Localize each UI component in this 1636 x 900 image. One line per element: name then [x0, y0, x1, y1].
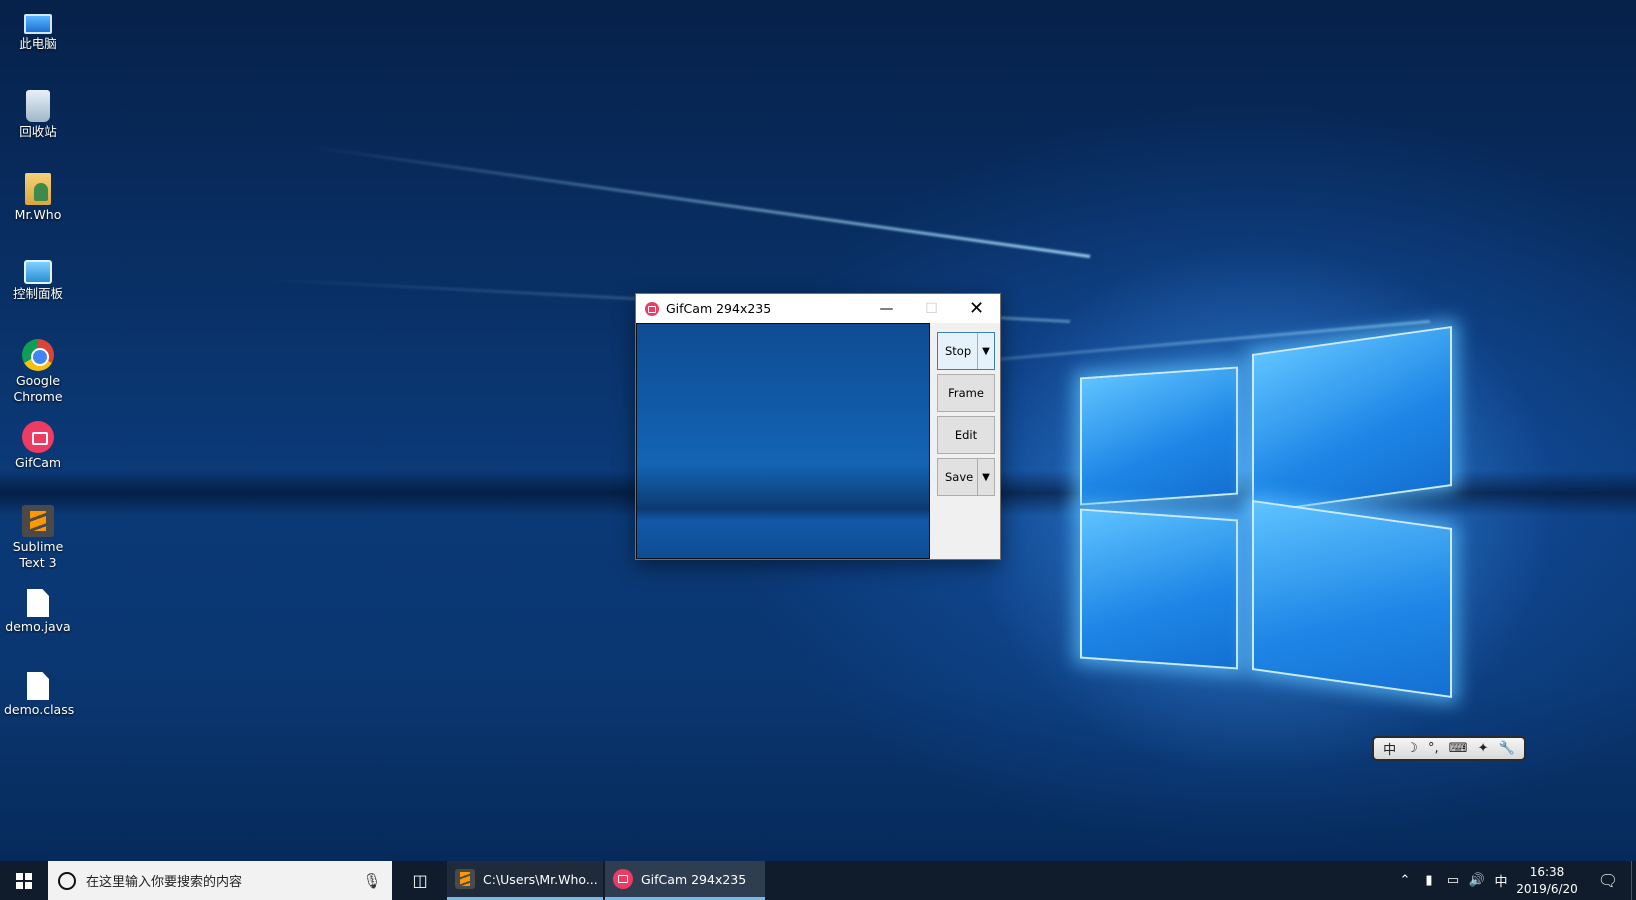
- desktop-icon-label: Mr.Who: [14, 207, 62, 222]
- desktop-icon-label: 控制面板: [12, 286, 63, 301]
- desktop-icon-label: 此电脑: [19, 36, 57, 51]
- taskbar: 在这里输入你要搜索的内容 🎙 ◫ C:\Users\Mr.Who... GifC…: [0, 861, 1636, 900]
- task-view-icon: ◫: [412, 871, 428, 890]
- wallpaper-beam: [307, 145, 1091, 258]
- desktop-icon-label: demo.java: [5, 619, 71, 634]
- stop-button-label: Stop: [945, 344, 972, 358]
- save-button[interactable]: Save ▼: [937, 458, 995, 496]
- ime-chinese-mode[interactable]: 中: [1383, 739, 1396, 758]
- control-panel-icon: [24, 260, 52, 284]
- edit-button-label: Edit: [954, 428, 978, 442]
- desktop-icon-user-folder[interactable]: Mr.Who: [4, 173, 72, 223]
- gifcam-app-icon: [645, 301, 659, 316]
- wrench-icon[interactable]: 🔧: [1499, 741, 1515, 756]
- edit-button[interactable]: Edit: [937, 416, 995, 454]
- wallpaper-pane: [1080, 366, 1238, 506]
- user-folder-icon: [25, 173, 51, 205]
- gifcam-icon: [613, 869, 633, 889]
- file-icon: [27, 589, 49, 617]
- task-view-button[interactable]: ◫: [400, 861, 440, 900]
- half-width-moon-icon[interactable]: ☽: [1406, 741, 1418, 756]
- capture-area: [636, 323, 930, 559]
- keyboard-icon[interactable]: ⌨: [1449, 741, 1468, 756]
- taskbar-search-box[interactable]: 在这里输入你要搜索的内容 🎙: [48, 861, 392, 900]
- desktop-icon-label: Sublime Text 3: [12, 539, 64, 570]
- desktop-icon-sublime-text[interactable]: Sublime Text 3: [4, 505, 72, 571]
- desktop-icon-recycle-bin[interactable]: 回收站: [4, 90, 72, 140]
- desktop-icon-gifcam[interactable]: GifCam: [4, 421, 72, 471]
- action-center-button[interactable]: 🗨: [1588, 861, 1628, 900]
- search-placeholder: 在这里输入你要搜索的内容: [86, 875, 243, 890]
- minimize-icon: —: [879, 300, 894, 317]
- chevron-up-icon[interactable]: ⌃: [1393, 873, 1417, 888]
- minimize-button[interactable]: —: [864, 294, 909, 323]
- microphone-icon[interactable]: 🎙: [360, 872, 384, 890]
- show-desktop-button[interactable]: [1631, 861, 1636, 900]
- gifcam-icon: [22, 421, 54, 453]
- taskbar-item-gifcam[interactable]: GifCam 294x235: [605, 861, 765, 900]
- desktop-icon-demo-class[interactable]: demo.class: [4, 672, 75, 718]
- ime-toolbar[interactable]: 中 ☽ °, ⌨ ✦ 🔧: [1372, 736, 1526, 761]
- gifcam-window[interactable]: GifCam 294x235 — ☐ ✕ Stop ▼ Frame Edit S…: [635, 293, 1001, 560]
- power-icon[interactable]: ▮: [1417, 873, 1441, 888]
- clock-time: 16:38: [1529, 865, 1565, 879]
- desktop-icon-label: demo.class: [4, 702, 75, 717]
- maximize-button[interactable]: ☐: [909, 294, 954, 323]
- taskbar-item-label: C:\Users\Mr.Who...: [483, 871, 598, 887]
- close-button[interactable]: ✕: [954, 294, 999, 323]
- save-dropdown-arrow-icon[interactable]: ▼: [977, 459, 994, 495]
- punctuation-icon[interactable]: °,: [1428, 741, 1439, 756]
- volume-icon[interactable]: 🔊: [1465, 873, 1489, 888]
- frame-button[interactable]: Frame: [937, 374, 995, 412]
- taskbar-item-sublime-text[interactable]: C:\Users\Mr.Who...: [447, 861, 603, 900]
- desktop-icon-label: GifCam: [14, 455, 62, 470]
- computer-icon: [24, 14, 52, 34]
- ime-skin-icon[interactable]: ✦: [1478, 741, 1489, 756]
- desktop-icon-google-chrome[interactable]: Google Chrome: [4, 339, 72, 405]
- desktop-icon-control-panel[interactable]: 控制面板: [4, 256, 72, 302]
- desktop-icon-demo-java[interactable]: demo.java: [4, 589, 72, 635]
- desktop-icon-label: Google Chrome: [13, 373, 63, 404]
- desktop: 此电脑 回收站 Mr.Who 控制面板 Google Chrome GifCam…: [0, 0, 1636, 861]
- window-title: GifCam 294x235: [666, 301, 772, 316]
- save-button-label: Save: [945, 470, 974, 484]
- system-tray: ⌃ ▮ ▭ 🔊 中: [1393, 861, 1513, 900]
- sublime-text-icon: [22, 505, 54, 537]
- desktop-icon-this-pc[interactable]: 此电脑: [4, 8, 72, 52]
- chrome-icon: [22, 339, 54, 371]
- sublime-text-icon: [455, 869, 475, 889]
- stop-button[interactable]: Stop ▼: [937, 332, 995, 370]
- cortana-icon[interactable]: [58, 871, 76, 890]
- windows-logo-icon: [16, 872, 32, 889]
- recycle-bin-icon: [26, 90, 50, 122]
- clock-date: 2019/6/20: [1516, 882, 1578, 896]
- taskbar-item-label: GifCam 294x235: [641, 871, 747, 887]
- network-icon[interactable]: ▭: [1441, 873, 1465, 888]
- close-icon: ✕: [968, 298, 985, 319]
- maximize-icon: ☐: [925, 300, 938, 317]
- wallpaper-pane: [1252, 325, 1452, 515]
- window-titlebar[interactable]: GifCam 294x235 — ☐ ✕: [636, 294, 1000, 323]
- frame-button-label: Frame: [948, 386, 984, 400]
- stop-dropdown-arrow-icon[interactable]: ▼: [977, 333, 994, 369]
- taskbar-clock[interactable]: 16:38 2019/6/20: [1508, 864, 1586, 898]
- wallpaper-pane: [1252, 499, 1452, 699]
- desktop-icon-label: 回收站: [19, 124, 57, 139]
- wallpaper-pane: [1080, 508, 1238, 670]
- notification-icon: 🗨: [1597, 871, 1619, 890]
- start-button[interactable]: [0, 861, 48, 900]
- file-icon: [27, 672, 49, 700]
